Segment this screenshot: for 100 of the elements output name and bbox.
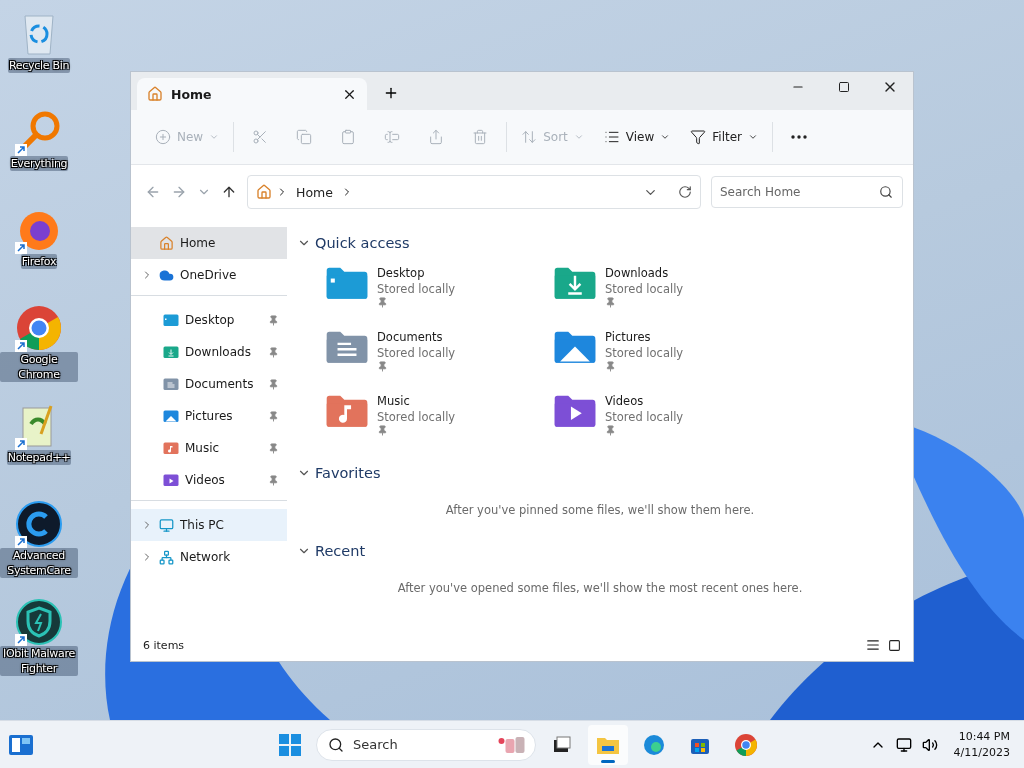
forward-button[interactable] [171, 184, 187, 200]
nav-item[interactable]: OneDrive [131, 259, 287, 291]
nav-item[interactable]: Pictures [131, 400, 287, 432]
folder-status: Stored locally [377, 281, 456, 297]
tiles-view-icon[interactable] [888, 638, 901, 652]
search-icon [328, 736, 344, 753]
nav-item-label: Music [185, 441, 221, 455]
pin-icon [268, 314, 279, 326]
nav-item-label: This PC [180, 518, 225, 532]
home-icon [147, 86, 163, 102]
folder-status: Stored locally [605, 281, 684, 297]
pin-icon [605, 425, 616, 436]
details-view-icon[interactable] [866, 638, 880, 652]
folder-icon [163, 345, 179, 359]
folder-icon [163, 409, 179, 423]
back-button[interactable] [145, 184, 161, 200]
sort-icon [521, 129, 538, 145]
address-bar[interactable]: Home [247, 175, 701, 209]
nav-item-label: Pictures [185, 409, 234, 423]
folder-icon [163, 473, 179, 487]
folder-tile[interactable]: Documents Stored locally [325, 329, 553, 385]
nav-item[interactable]: Network [131, 541, 287, 573]
pin-icon [268, 346, 279, 358]
caret-icon [573, 132, 584, 142]
more-icon [791, 135, 807, 139]
folder-tile[interactable]: Desktop Stored locally [325, 265, 553, 321]
folder-name: Pictures [605, 329, 652, 345]
forward-arrow-icon [171, 184, 187, 200]
folder-icon [325, 393, 369, 429]
toolbar-button[interactable]: View [595, 121, 679, 153]
nav-item-label: Videos [185, 473, 226, 487]
section-header[interactable]: Recent [297, 537, 903, 565]
shield-icon [15, 598, 63, 646]
list-icon [603, 129, 620, 145]
nav-item-label: Network [180, 550, 232, 564]
share-icon [428, 129, 445, 145]
nav-item-label: Desktop [185, 313, 236, 327]
folder-status: Stored locally [377, 345, 456, 361]
pin-icon [268, 410, 279, 422]
pin-icon [377, 297, 388, 308]
folder-tile[interactable]: Downloads Stored locally [553, 265, 781, 321]
browser-icon [734, 732, 758, 757]
pin-icon [377, 361, 388, 372]
windows-logo-icon [279, 733, 301, 756]
toolbar-button[interactable]: Filter [682, 121, 766, 153]
volume-icon[interactable] [921, 736, 938, 753]
nav-item[interactable]: Home [131, 227, 287, 259]
nav-item-label: Home [180, 236, 217, 250]
cut-icon [252, 129, 269, 145]
folder-icon [553, 265, 597, 301]
nav-item[interactable]: Music [131, 432, 287, 464]
folder-icon [163, 441, 179, 455]
widgets-icon[interactable] [8, 733, 34, 756]
folder-name: Music [377, 393, 411, 409]
pin-icon [377, 425, 388, 436]
nav-item[interactable]: Desktop [131, 304, 287, 336]
pin-icon [605, 297, 616, 308]
paste-icon [340, 129, 357, 145]
caret-icon [209, 132, 220, 142]
pin-icon [268, 442, 279, 454]
home-icon [256, 184, 272, 200]
pin-icon [268, 474, 279, 486]
trash-icon [472, 129, 489, 145]
breadcrumb[interactable]: Home [292, 184, 337, 200]
folder-status: Stored locally [377, 409, 456, 425]
tab[interactable]: Home [137, 78, 367, 110]
clock-time: 10:44 PM [958, 728, 1010, 745]
up-button[interactable] [221, 184, 237, 200]
clock[interactable]: 10:44 PM 4/11/2023 [947, 728, 1016, 761]
folder-tile[interactable]: Music Stored locally [325, 393, 553, 449]
nav-item[interactable]: Documents [131, 368, 287, 400]
folder-icon [325, 265, 369, 301]
folder-name: Documents [377, 329, 444, 345]
taskbar-search-field[interactable]: Search [316, 728, 536, 761]
search-field[interactable]: Search Home [711, 176, 903, 208]
maximize-icon [838, 81, 850, 93]
folder-icon [553, 329, 597, 365]
refresh-icon[interactable] [678, 185, 692, 199]
caret-icon [748, 132, 758, 142]
network-status-icon[interactable] [895, 736, 912, 753]
nav-item-label: Documents [185, 377, 255, 391]
search-icon [879, 185, 893, 199]
folder-name: Downloads [605, 265, 670, 281]
clock-date: 4/11/2023 [953, 744, 1010, 761]
home-icon [159, 235, 174, 251]
monitor-icon [159, 517, 174, 533]
new-tab-icon[interactable] [383, 85, 399, 101]
nav-item[interactable]: This PC [131, 509, 287, 541]
section-header[interactable]: Favorites [297, 459, 903, 487]
nav-item[interactable]: Videos [131, 464, 287, 496]
browser-icon [15, 304, 63, 352]
folder-tile[interactable]: Pictures Stored locally [553, 329, 781, 385]
browser-icon [643, 733, 665, 756]
folder-icon [163, 377, 179, 391]
tab-title: Home [171, 86, 213, 102]
task-view-icon [552, 734, 572, 755]
nav-item[interactable]: Downloads [131, 336, 287, 368]
folder-tile[interactable]: Videos Stored locally [553, 393, 781, 449]
cloud-icon [159, 267, 174, 283]
section-header[interactable]: Quick access [297, 229, 903, 257]
